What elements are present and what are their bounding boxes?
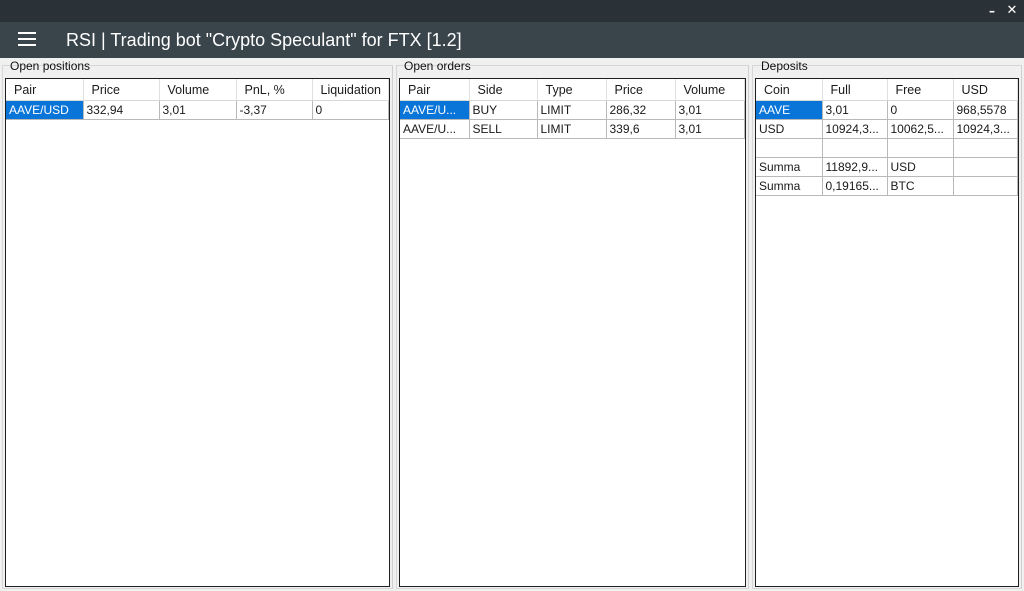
- open-positions-label: Open positions: [10, 59, 91, 73]
- table-cell[interactable]: 3,01: [675, 119, 745, 139]
- table-cell[interactable]: 968,5578: [953, 100, 1018, 120]
- table-cell[interactable]: 0: [312, 100, 389, 120]
- table-cell[interactable]: 286,32: [606, 100, 676, 120]
- column-header[interactable]: Liquidation: [312, 79, 389, 101]
- table-row[interactable]: Summa 0,19165... BTC: [756, 176, 1018, 196]
- hamburger-menu-icon[interactable]: [18, 32, 36, 48]
- table-cell[interactable]: Summa: [756, 157, 823, 177]
- table-cell[interactable]: [953, 176, 1018, 196]
- table-cell[interactable]: [887, 138, 954, 158]
- table-cell[interactable]: [822, 138, 888, 158]
- column-header[interactable]: Full: [822, 79, 888, 101]
- table-row[interactable]: USD 10924,3... 10062,5... 10924,3...: [756, 119, 1018, 139]
- app-title: RSI | Trading bot "Crypto Speculant" for…: [66, 30, 462, 50]
- window-titlebar: – ✕: [0, 0, 1024, 22]
- table-row[interactable]: Summa 11892,9... USD: [756, 157, 1018, 177]
- table-row[interactable]: AAVE/U... SELL LIMIT 339,6 3,01: [400, 119, 745, 139]
- open-orders-label: Open orders: [404, 59, 471, 73]
- table-row[interactable]: AAVE 3,01 0 968,5578: [756, 100, 1018, 120]
- table-cell[interactable]: SELL: [469, 119, 538, 139]
- table-cell[interactable]: AAVE: [756, 100, 823, 120]
- column-header[interactable]: Type: [537, 79, 607, 101]
- table-cell[interactable]: 3,01: [675, 100, 745, 120]
- open-orders-grid[interactable]: Pair Side Type Price Volume AAVE/U... BU…: [399, 78, 746, 587]
- table-cell[interactable]: [953, 157, 1018, 177]
- table-cell[interactable]: USD: [887, 157, 954, 177]
- table-cell[interactable]: [953, 138, 1018, 158]
- column-header[interactable]: Volume: [159, 79, 237, 101]
- column-header[interactable]: Volume: [675, 79, 745, 101]
- table-cell[interactable]: 3,01: [159, 100, 237, 120]
- open-positions-grid[interactable]: Pair Price Volume PnL, % Liquidation AAV…: [5, 78, 390, 587]
- table-cell[interactable]: 0: [887, 100, 954, 120]
- table-cell[interactable]: AAVE/USD: [6, 100, 84, 120]
- table-cell[interactable]: 332,94: [83, 100, 160, 120]
- column-header[interactable]: Pair: [6, 79, 84, 101]
- table-cell[interactable]: 339,6: [606, 119, 676, 139]
- column-header[interactable]: PnL, %: [236, 79, 313, 101]
- table-cell[interactable]: AAVE/U...: [400, 100, 470, 120]
- table-cell[interactable]: LIMIT: [537, 100, 607, 120]
- table-cell[interactable]: BUY: [469, 100, 538, 120]
- column-header[interactable]: Free: [887, 79, 954, 101]
- table-cell[interactable]: Summa: [756, 176, 823, 196]
- table-header-row: Pair Side Type Price Volume: [400, 79, 745, 101]
- minimize-button[interactable]: –: [983, 2, 1001, 20]
- table-cell[interactable]: [756, 138, 823, 158]
- column-header[interactable]: Side: [469, 79, 538, 101]
- deposits-label: Deposits: [761, 59, 808, 73]
- table-cell[interactable]: BTC: [887, 176, 954, 196]
- column-header[interactable]: Coin: [756, 79, 823, 101]
- column-header[interactable]: Price: [606, 79, 676, 101]
- column-header[interactable]: USD: [953, 79, 1018, 101]
- table-cell[interactable]: AAVE/U...: [400, 119, 470, 139]
- table-cell[interactable]: 11892,9...: [822, 157, 888, 177]
- table-cell[interactable]: 3,01: [822, 100, 888, 120]
- column-header[interactable]: Pair: [400, 79, 470, 101]
- table-row[interactable]: AAVE/U... BUY LIMIT 286,32 3,01: [400, 100, 745, 120]
- table-cell[interactable]: USD: [756, 119, 823, 139]
- table-header-row: Coin Full Free USD: [756, 79, 1018, 101]
- app-header: RSI | Trading bot "Crypto Speculant" for…: [0, 22, 1024, 58]
- table-row[interactable]: AAVE/USD 332,94 3,01 -3,37 0: [6, 100, 389, 120]
- table-cell[interactable]: LIMIT: [537, 119, 607, 139]
- table-cell[interactable]: 10924,3...: [822, 119, 888, 139]
- table-cell[interactable]: 0,19165...: [822, 176, 888, 196]
- deposits-grid[interactable]: Coin Full Free USD AAVE 3,01 0 968,5578 …: [755, 78, 1019, 587]
- close-button[interactable]: ✕: [1003, 2, 1021, 20]
- table-row[interactable]: [756, 138, 1018, 158]
- table-header-row: Pair Price Volume PnL, % Liquidation: [6, 79, 389, 101]
- table-cell[interactable]: -3,37: [236, 100, 313, 120]
- table-cell[interactable]: 10924,3...: [953, 119, 1018, 139]
- column-header[interactable]: Price: [83, 79, 160, 101]
- table-cell[interactable]: 10062,5...: [887, 119, 954, 139]
